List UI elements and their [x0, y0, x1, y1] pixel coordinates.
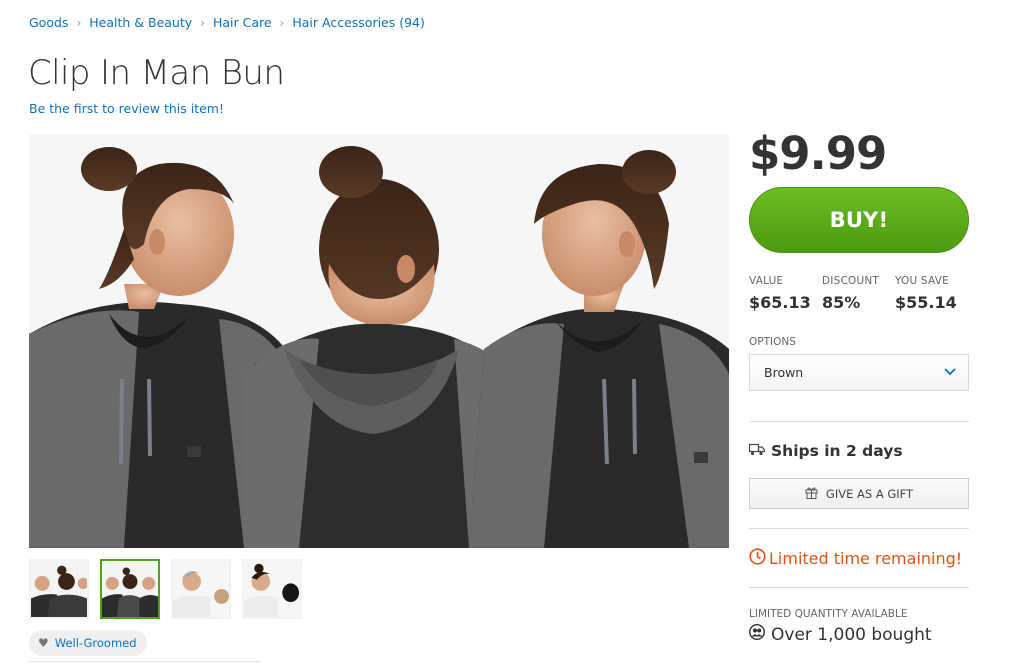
price: $9.99	[749, 127, 887, 180]
ships-label: Ships in 2 days	[771, 442, 903, 460]
stat-value: VALUE $65.13	[749, 275, 822, 312]
price-stats: VALUE $65.13 DISCOUNT 85% YOU SAVE $55.1…	[749, 275, 969, 312]
chevron-right-icon: ›	[76, 15, 82, 30]
product-photo	[29, 134, 729, 548]
review-link[interactable]: Be the first to review this item!	[29, 101, 224, 116]
tag-label: Well-Groomed	[54, 636, 137, 650]
thumbnail-image	[102, 561, 158, 617]
limited-time-notice: Limited time remaining!	[749, 548, 969, 569]
thumbnail[interactable]	[171, 559, 231, 619]
truck-icon	[748, 442, 766, 460]
stat-label: YOU SAVE	[895, 275, 949, 287]
chevron-down-icon	[944, 365, 956, 380]
bought-count: Over 1,000 bought	[748, 623, 969, 645]
breadcrumb-hair-accessories[interactable]: Hair Accessories (94)	[292, 15, 425, 30]
product-image[interactable]	[29, 134, 729, 548]
heart-icon: ♥	[38, 636, 49, 650]
options-label: OPTIONS	[749, 336, 796, 348]
stat-label: VALUE	[749, 275, 784, 287]
bought-label: Over 1,000 bought	[771, 624, 932, 645]
divider	[749, 421, 969, 422]
people-icon	[748, 623, 766, 645]
thumbnail-active[interactable]	[100, 559, 160, 619]
page-title: Clip In Man Bun	[28, 53, 285, 93]
stat-amount: $65.13	[749, 293, 811, 312]
gift-icon	[805, 486, 818, 502]
shipping-info: Ships in 2 days	[748, 442, 969, 460]
well-groomed-tag[interactable]: ♥ Well-Groomed	[29, 630, 147, 656]
limited-label: Limited time remaining!	[769, 549, 963, 568]
purchase-panel: $9.99 BUY! VALUE $65.13 DISCOUNT 85% YOU…	[748, 125, 969, 645]
thumbnail-image	[173, 561, 229, 617]
chevron-right-icon: ›	[279, 15, 285, 30]
selected-option: Brown	[764, 365, 804, 380]
divider	[29, 661, 261, 662]
buy-button[interactable]: BUY!	[749, 187, 969, 253]
thumbnail[interactable]	[242, 559, 302, 619]
clock-icon	[749, 548, 766, 569]
thumbnail-image	[244, 561, 300, 617]
options-select[interactable]: Brown	[749, 354, 969, 391]
thumbnail-strip	[29, 559, 302, 619]
thumbnail[interactable]	[29, 559, 89, 619]
breadcrumb-goods[interactable]: Goods	[29, 15, 68, 30]
divider	[749, 528, 969, 529]
stat-amount: $55.14	[895, 293, 957, 312]
gift-label: GIVE AS A GIFT	[825, 486, 914, 501]
thumbnail-image	[31, 561, 87, 617]
stat-amount: 85%	[822, 293, 861, 312]
breadcrumb-health-beauty[interactable]: Health & Beauty	[89, 15, 192, 30]
chevron-right-icon: ›	[200, 15, 205, 30]
stat-discount: DISCOUNT 85%	[822, 275, 895, 312]
limited-quantity-label: LIMITED QUANTITY AVAILABLE	[749, 608, 908, 620]
breadcrumb-hair-care[interactable]: Hair Care	[213, 15, 272, 30]
breadcrumb: Goods › Health & Beauty › Hair Care › Ha…	[29, 15, 425, 30]
stat-you-save: YOU SAVE $55.14	[895, 275, 968, 312]
give-as-gift-button[interactable]: GIVE AS A GIFT	[749, 478, 969, 509]
stat-label: DISCOUNT	[822, 275, 879, 287]
divider	[749, 587, 969, 588]
